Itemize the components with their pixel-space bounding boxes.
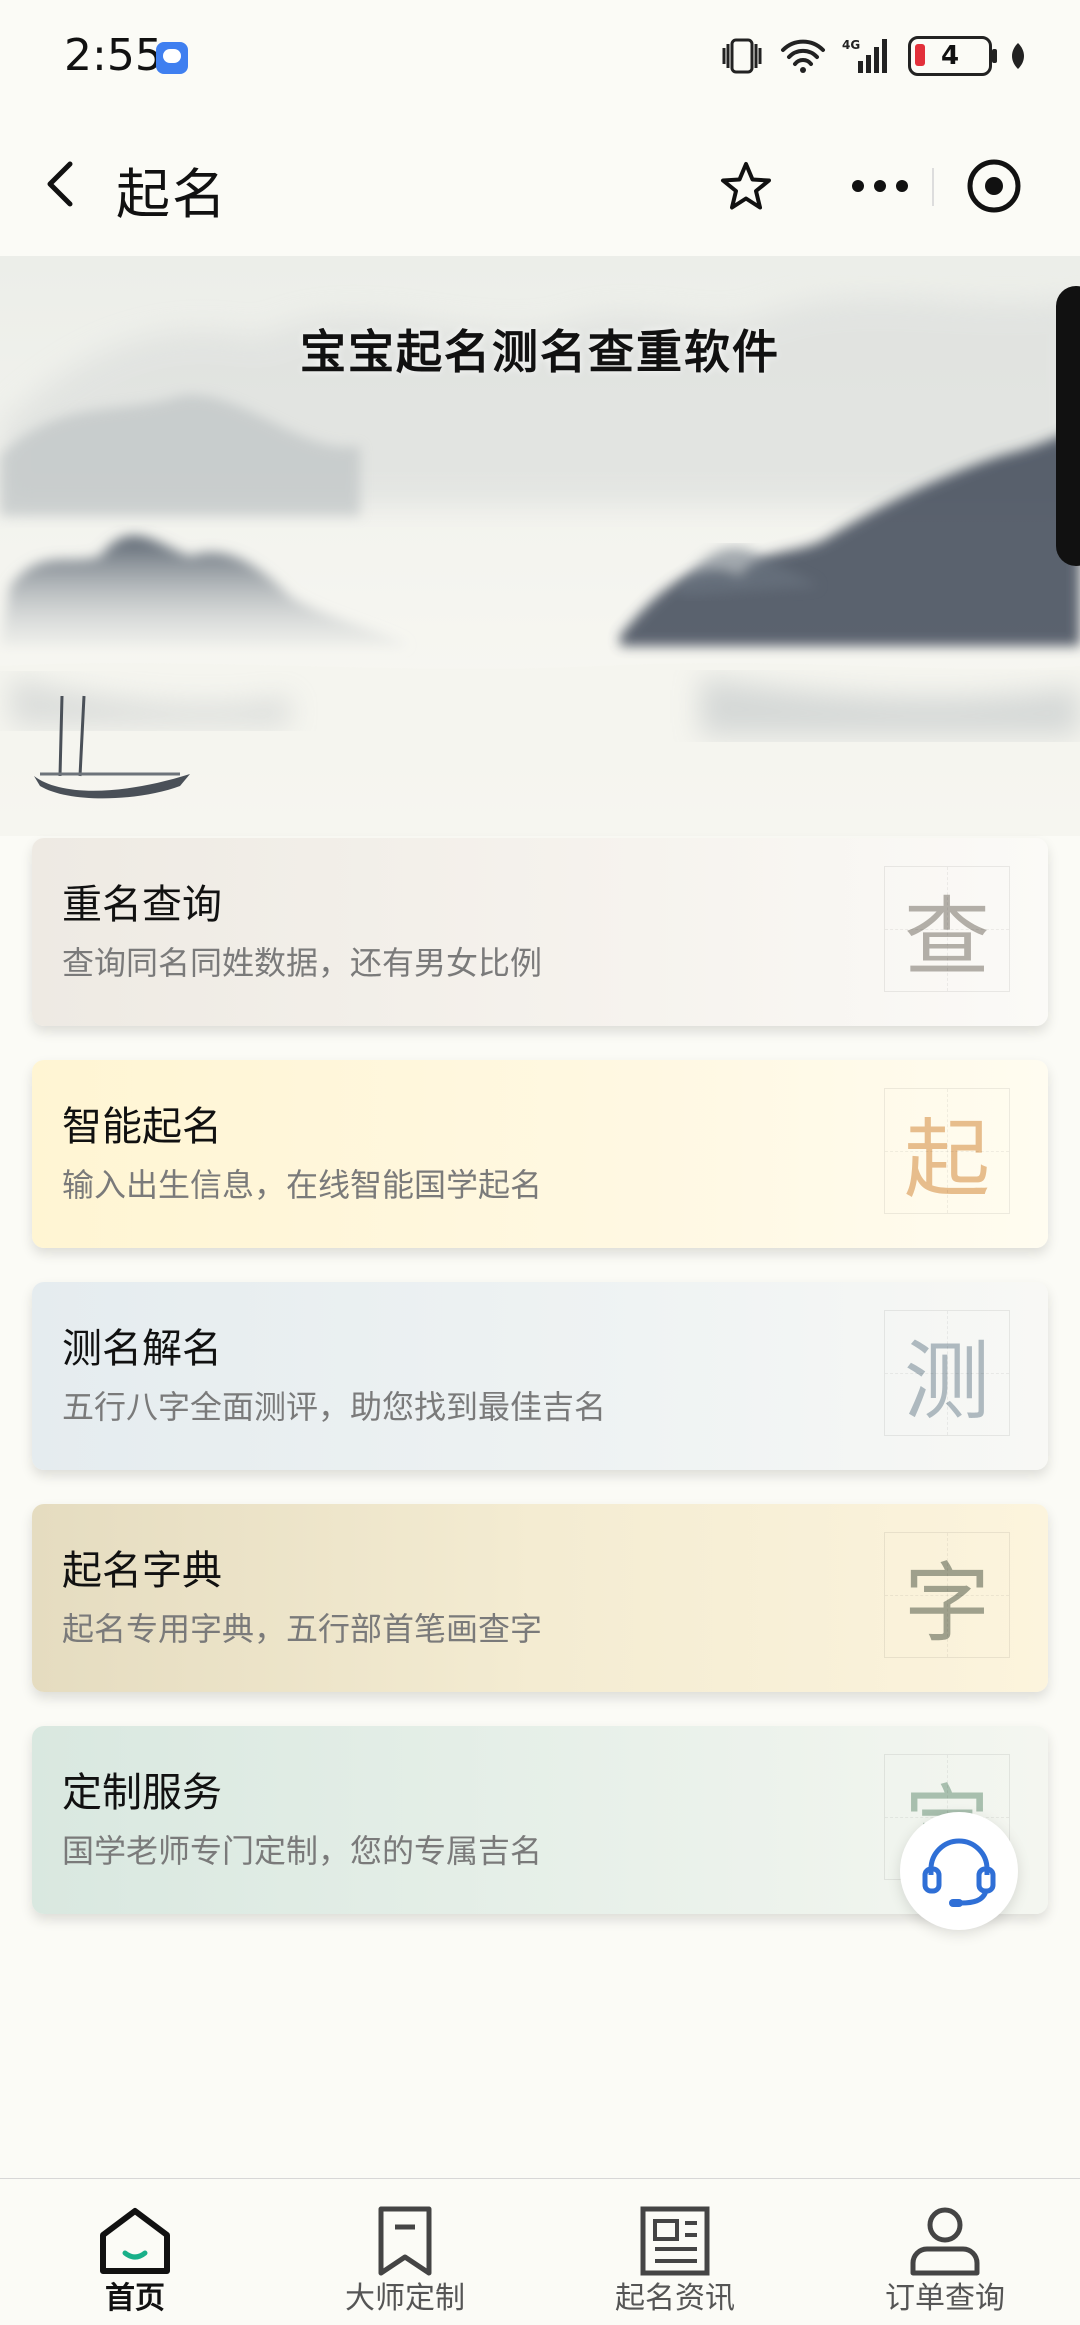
card-stamp-character: 起 [884,1088,1010,1214]
feature-card-naming-dictionary[interactable]: 起名字典 起名专用字典，五行部首笔画查字 字 [32,1504,1048,1692]
home-icon [100,2208,170,2274]
card-title: 智能起名 [62,1104,222,1150]
tab-order-query[interactable]: 订单查询 [810,2179,1080,2325]
card-stamp-character: 字 [884,1532,1010,1658]
favorite-star-icon[interactable] [716,158,776,218]
tab-master-custom[interactable]: 大师定制 [270,2179,540,2325]
back-icon[interactable] [34,154,94,214]
status-icons: 4G 4 [720,36,1028,76]
tab-label: 订单查询 [885,2281,1005,2316]
card-title: 定制服务 [62,1770,222,1816]
page-title: 起名 [116,163,228,226]
tab-label: 首页 [105,2281,165,2316]
feature-card-name-test[interactable]: 测名解名 五行八字全面测评，助您找到最佳吉名 测 [32,1282,1048,1470]
dot [874,180,886,192]
tab-home[interactable]: 首页 [0,2179,270,2325]
card-description: 输入出生信息，在线智能国学起名 [62,1166,543,1204]
battery-icon: 4 [908,36,997,76]
status-bar: 2:55 4G 4 [0,0,1080,120]
headset-icon [922,1838,996,1907]
wifi-icon [780,38,826,74]
card-description: 国学老师专门定制，您的专属吉名 [62,1832,543,1870]
more-options-button[interactable] [820,152,940,220]
card-title: 重名查询 [62,882,222,928]
card-title: 测名解名 [62,1326,222,1372]
card-stamp-character: 查 [884,866,1010,992]
news-icon [640,2206,710,2276]
tab-naming-news[interactable]: 起名资讯 [540,2179,810,2325]
feature-card-name-search[interactable]: 重名查询 查询同名同姓数据，还有男女比例 查 [32,838,1048,1026]
status-time: 2:55 [64,30,163,81]
dot [852,180,864,192]
tab-label: 起名资讯 [615,2281,735,2316]
hero-banner: 宝宝起名测名查重软件 [0,256,1080,836]
feature-card-custom-service[interactable]: 定制服务 国学老师专门定制，您的专属吉名 定 [32,1726,1048,1914]
close-mini-program-icon[interactable] [966,158,1022,214]
dot [896,180,908,192]
customer-service-button[interactable] [900,1812,1018,1930]
card-description: 起名专用字典，五行部首笔画查字 [62,1610,543,1648]
leaf-icon [1008,41,1028,71]
bottom-tab-bar: 首页 大师定制 起名资讯 订单查询 [0,2178,1080,2325]
cellular-signal-icon: 4G [842,37,892,75]
vibrate-icon [720,36,764,76]
feature-card-smart-naming[interactable]: 智能起名 输入出生信息，在线智能国学起名 起 [32,1060,1048,1248]
mini-program-capsule [820,152,1034,220]
battery-level: 4 [940,41,960,71]
message-notification-icon [156,42,188,74]
card-description: 查询同名同姓数据，还有男女比例 [62,944,543,982]
card-title: 起名字典 [62,1548,222,1594]
user-icon [910,2207,980,2276]
navigation-bar: 起名 [0,130,1080,240]
card-description: 五行八字全面测评，助您找到最佳吉名 [62,1388,607,1426]
bookmark-icon [378,2206,432,2276]
svg-text:4G: 4G [842,38,860,52]
side-handle [1056,286,1080,566]
banner-title: 宝宝起名测名查重软件 [300,325,780,379]
capsule-divider [932,168,934,206]
card-stamp-character: 测 [884,1310,1010,1436]
tab-label: 大师定制 [345,2281,465,2316]
